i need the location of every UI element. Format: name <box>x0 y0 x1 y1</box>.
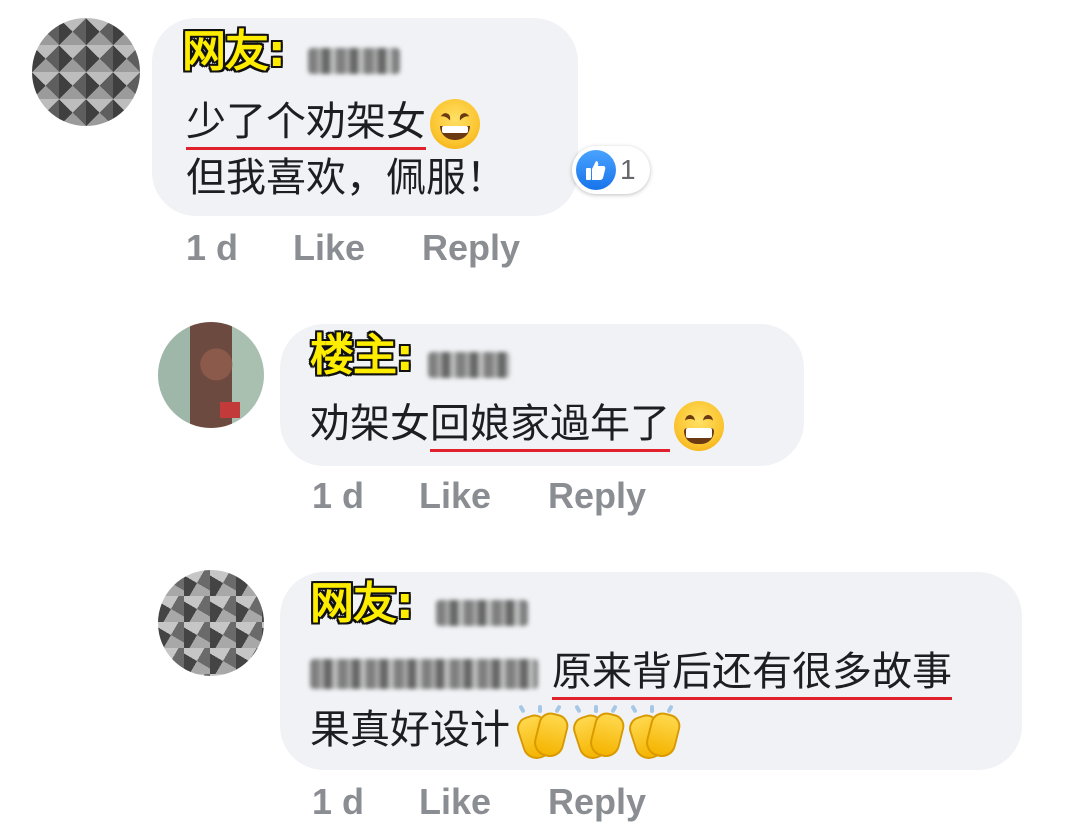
thumbs-up-icon <box>576 150 616 190</box>
commenter-label: 网友: <box>309 577 415 630</box>
timestamp[interactable]: 1 d <box>312 780 364 824</box>
comment-text-line-1: 劝架女回娘家過年了 <box>310 396 724 452</box>
mention-blurred[interactable] <box>310 659 538 689</box>
avatar[interactable] <box>158 570 264 676</box>
comment-text-line-2: 果真好设计 <box>310 702 683 763</box>
underlined-text: 原来背后还有很多故事 <box>552 649 952 700</box>
timestamp[interactable]: 1 d <box>186 226 238 270</box>
like-button[interactable]: Like <box>419 474 491 518</box>
comment-text-line-1: 原来背后还有很多故事 <box>310 644 952 700</box>
commenter-label: 网友: <box>181 25 287 78</box>
laughing-emoji-icon <box>430 99 480 149</box>
plain-text: 果真好设计 <box>310 707 510 753</box>
underlined-text: 少了个劝架女 <box>186 99 426 150</box>
clapping-hands-icon <box>625 704 683 763</box>
like-button[interactable]: Like <box>293 226 365 270</box>
reaction-count: 1 <box>620 154 636 185</box>
author-label: 楼主: <box>309 329 415 382</box>
clapping-hands-icon <box>569 704 627 763</box>
underlined-text: 回娘家過年了 <box>430 401 670 452</box>
grinning-emoji-icon <box>674 401 724 451</box>
clapping-hands-icon <box>513 704 571 763</box>
avatar[interactable] <box>32 18 140 126</box>
commenter-name-blurred[interactable] <box>436 600 528 626</box>
reply-button[interactable]: Reply <box>548 474 646 518</box>
reaction-badge[interactable]: 1 <box>572 146 650 194</box>
commenter-name-blurred[interactable] <box>308 48 400 74</box>
avatar[interactable] <box>158 322 264 428</box>
reply-button[interactable]: Reply <box>422 226 520 270</box>
reply-button[interactable]: Reply <box>548 780 646 824</box>
comment-text-line-1: 少了个劝架女 <box>186 94 480 150</box>
plain-text: 劝架女 <box>310 401 430 447</box>
comment-text-line-2: 但我喜欢，佩服！ <box>186 155 506 201</box>
like-button[interactable]: Like <box>419 780 491 824</box>
timestamp[interactable]: 1 d <box>312 474 364 518</box>
commenter-name-blurred[interactable] <box>428 352 510 378</box>
